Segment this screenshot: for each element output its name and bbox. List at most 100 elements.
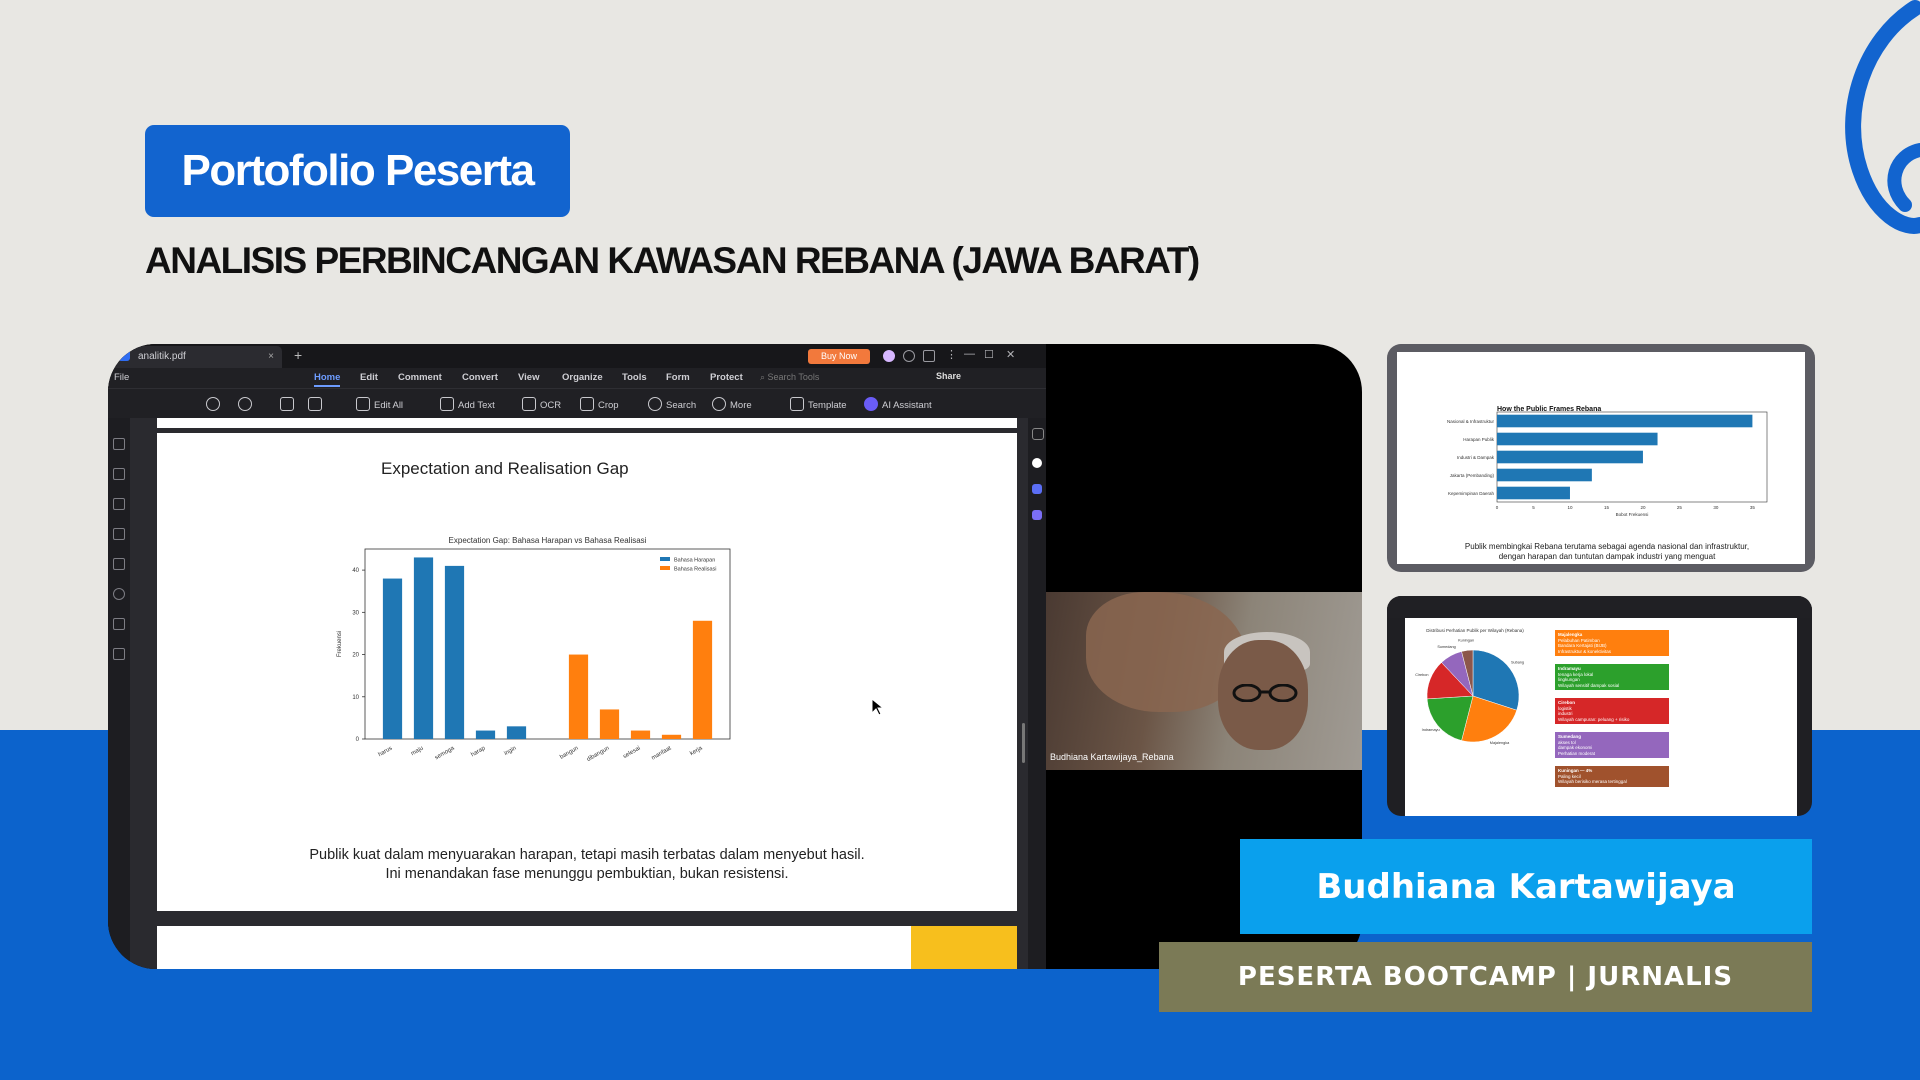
thumbnail-toolbar <box>1387 596 1812 618</box>
tab-convert[interactable]: Convert <box>462 372 498 383</box>
crop-button[interactable]: Crop <box>580 397 619 411</box>
chart-title: Expectation Gap: Bahasa Harapan vs Bahas… <box>449 536 647 545</box>
hbar-x-tick: 20 <box>1640 505 1646 510</box>
bar <box>692 620 713 739</box>
bar <box>444 565 465 739</box>
pdf-app-window: analitik.pdf × + Buy Now ⋮ — ☐ ✕ File Ho… <box>108 344 1046 969</box>
x-tick-label: manfaat <box>651 745 673 761</box>
menu-file[interactable]: File <box>114 372 129 383</box>
hbar <box>1497 414 1753 428</box>
edit-all-button[interactable]: Edit All <box>356 397 403 411</box>
more-icon[interactable]: ⋮ <box>946 348 957 361</box>
search-tools-placeholder: Search Tools <box>767 372 820 382</box>
x-tick-label: selesai <box>622 746 641 761</box>
bar <box>568 654 589 739</box>
tab-tools[interactable]: Tools <box>622 372 647 383</box>
search-button[interactable]: Search <box>648 397 696 411</box>
ocr-icon <box>522 397 536 411</box>
page-caption: Publik kuat dalam menyuarakan harapan, t… <box>309 847 865 882</box>
region-legend-line: Wilayah berisiko merasa tertinggal <box>1558 779 1627 784</box>
hbar-category-label: Industri & Dampak <box>1457 455 1495 460</box>
page-subtitle: ANALISIS PERBINCANGAN KAWASAN REBANA (JA… <box>145 240 1200 281</box>
tab-view[interactable]: View <box>518 372 539 383</box>
ai-icon <box>864 397 878 411</box>
translate-icon[interactable] <box>1032 484 1042 494</box>
pdf-page: Expectation and Realisation Gap Expectat… <box>157 433 1017 911</box>
zoom-out-button[interactable] <box>206 397 224 411</box>
maximize-icon[interactable]: ☐ <box>984 348 994 361</box>
participant-name-label: Budhiana Kartawijaya_Rebana <box>1050 752 1174 762</box>
bar <box>599 709 620 739</box>
edit-all-label: Edit All <box>374 400 404 411</box>
tab-document[interactable]: analitik.pdf × <box>112 346 282 368</box>
x-tick-label: ingin <box>504 746 518 758</box>
buy-now-button[interactable]: Buy Now <box>808 349 870 364</box>
panel-toggle-icon[interactable] <box>1032 428 1044 440</box>
region-legend-box: Cirebon logistik industri Wilayah campuran:… <box>1555 698 1669 724</box>
pie-label: Kuningan <box>1458 638 1474 642</box>
help-icon[interactable] <box>903 350 915 362</box>
pie-label: Majalengka <box>1490 741 1510 745</box>
scrollbar[interactable] <box>1022 723 1025 763</box>
shape-button[interactable] <box>308 397 326 411</box>
window-close-icon[interactable]: ✕ <box>1006 348 1015 361</box>
zoom-out-icon <box>206 397 220 411</box>
more-icon <box>712 397 726 411</box>
page-thumbnail-icon[interactable] <box>113 438 125 450</box>
hbar <box>1497 486 1570 500</box>
layers-icon[interactable] <box>113 528 125 540</box>
sidebar-search-icon[interactable] <box>113 588 125 600</box>
pie-label: Subang <box>1511 661 1524 665</box>
region-legend-box: Kuningan — 4% Paling kecil Wilayah berisik… <box>1555 766 1669 787</box>
ai-assistant-label: AI Assistant <box>882 400 932 411</box>
share-button[interactable]: Share <box>936 371 966 384</box>
tab-form[interactable]: Form <box>666 372 690 383</box>
template-button[interactable]: Template <box>790 397 847 411</box>
tab-edit[interactable]: Edit <box>360 372 378 383</box>
tab-home[interactable]: Home <box>314 372 341 387</box>
decorative-swirl <box>1845 0 1920 234</box>
screen-share-frame: analitik.pdf × + Buy Now ⋮ — ☐ ✕ File Ho… <box>108 344 1362 969</box>
add-text-button[interactable]: Add Text <box>440 397 495 411</box>
ocr-button[interactable]: OCR <box>522 397 561 411</box>
chat-icon[interactable] <box>1032 458 1042 468</box>
comment-icon[interactable] <box>113 498 125 510</box>
mouse-cursor-icon <box>871 698 885 716</box>
menu-bar: File Home Edit Comment Convert View Orga… <box>108 368 1046 388</box>
region-legend-box: Majalengka Pelabuhan Patimban Bandara Kert… <box>1555 630 1669 656</box>
pie-label: Cirebon <box>1415 673 1428 677</box>
summary-icon[interactable] <box>1032 510 1042 520</box>
ai-assistant-button[interactable]: AI Assistant <box>864 397 932 411</box>
pie-title: Distribusi Perhatian Publik per Wilayah … <box>1426 628 1524 633</box>
minimize-icon[interactable]: — <box>964 348 975 360</box>
fields-icon[interactable] <box>113 648 125 660</box>
bookmark-icon[interactable] <box>113 468 125 480</box>
hbar-x-tick: 5 <box>1532 505 1535 510</box>
tab-comment[interactable]: Comment <box>398 372 442 383</box>
close-icon[interactable]: × <box>268 346 274 368</box>
text-icon <box>440 397 454 411</box>
search-tools-input[interactable]: ⌕ Search Tools <box>760 370 910 384</box>
highlight-button[interactable] <box>280 397 298 411</box>
new-tab-icon[interactable]: + <box>294 347 302 363</box>
bar <box>413 557 434 739</box>
region-legend-line: Perhatian moderat <box>1558 750 1596 756</box>
more-button[interactable]: More <box>712 397 752 411</box>
y-tick-label: 30 <box>352 610 359 616</box>
document-area: Expectation and Realisation Gap Expectat… <box>130 418 1028 969</box>
tab-protect[interactable]: Protect <box>710 372 743 383</box>
signature-icon[interactable] <box>113 618 125 630</box>
legend-swatch <box>660 566 670 570</box>
attachment-icon[interactable] <box>113 558 125 570</box>
zoom-in-button[interactable] <box>238 397 256 411</box>
next-page-yellow-block <box>911 926 1017 969</box>
message-icon[interactable] <box>923 350 935 362</box>
search-label: Search <box>666 400 697 411</box>
avatar-icon[interactable] <box>883 350 895 362</box>
tab-organize[interactable]: Organize <box>562 372 603 383</box>
x-tick-label: semoga <box>434 745 456 761</box>
toolbar: Edit All Add Text OCR Crop Search More T… <box>108 388 1046 419</box>
ocr-label: OCR <box>540 400 562 411</box>
expectation-gap-chart: Expectation Gap: Bahasa Harapan vs Bahas… <box>337 536 731 763</box>
left-sidebar <box>108 418 130 969</box>
